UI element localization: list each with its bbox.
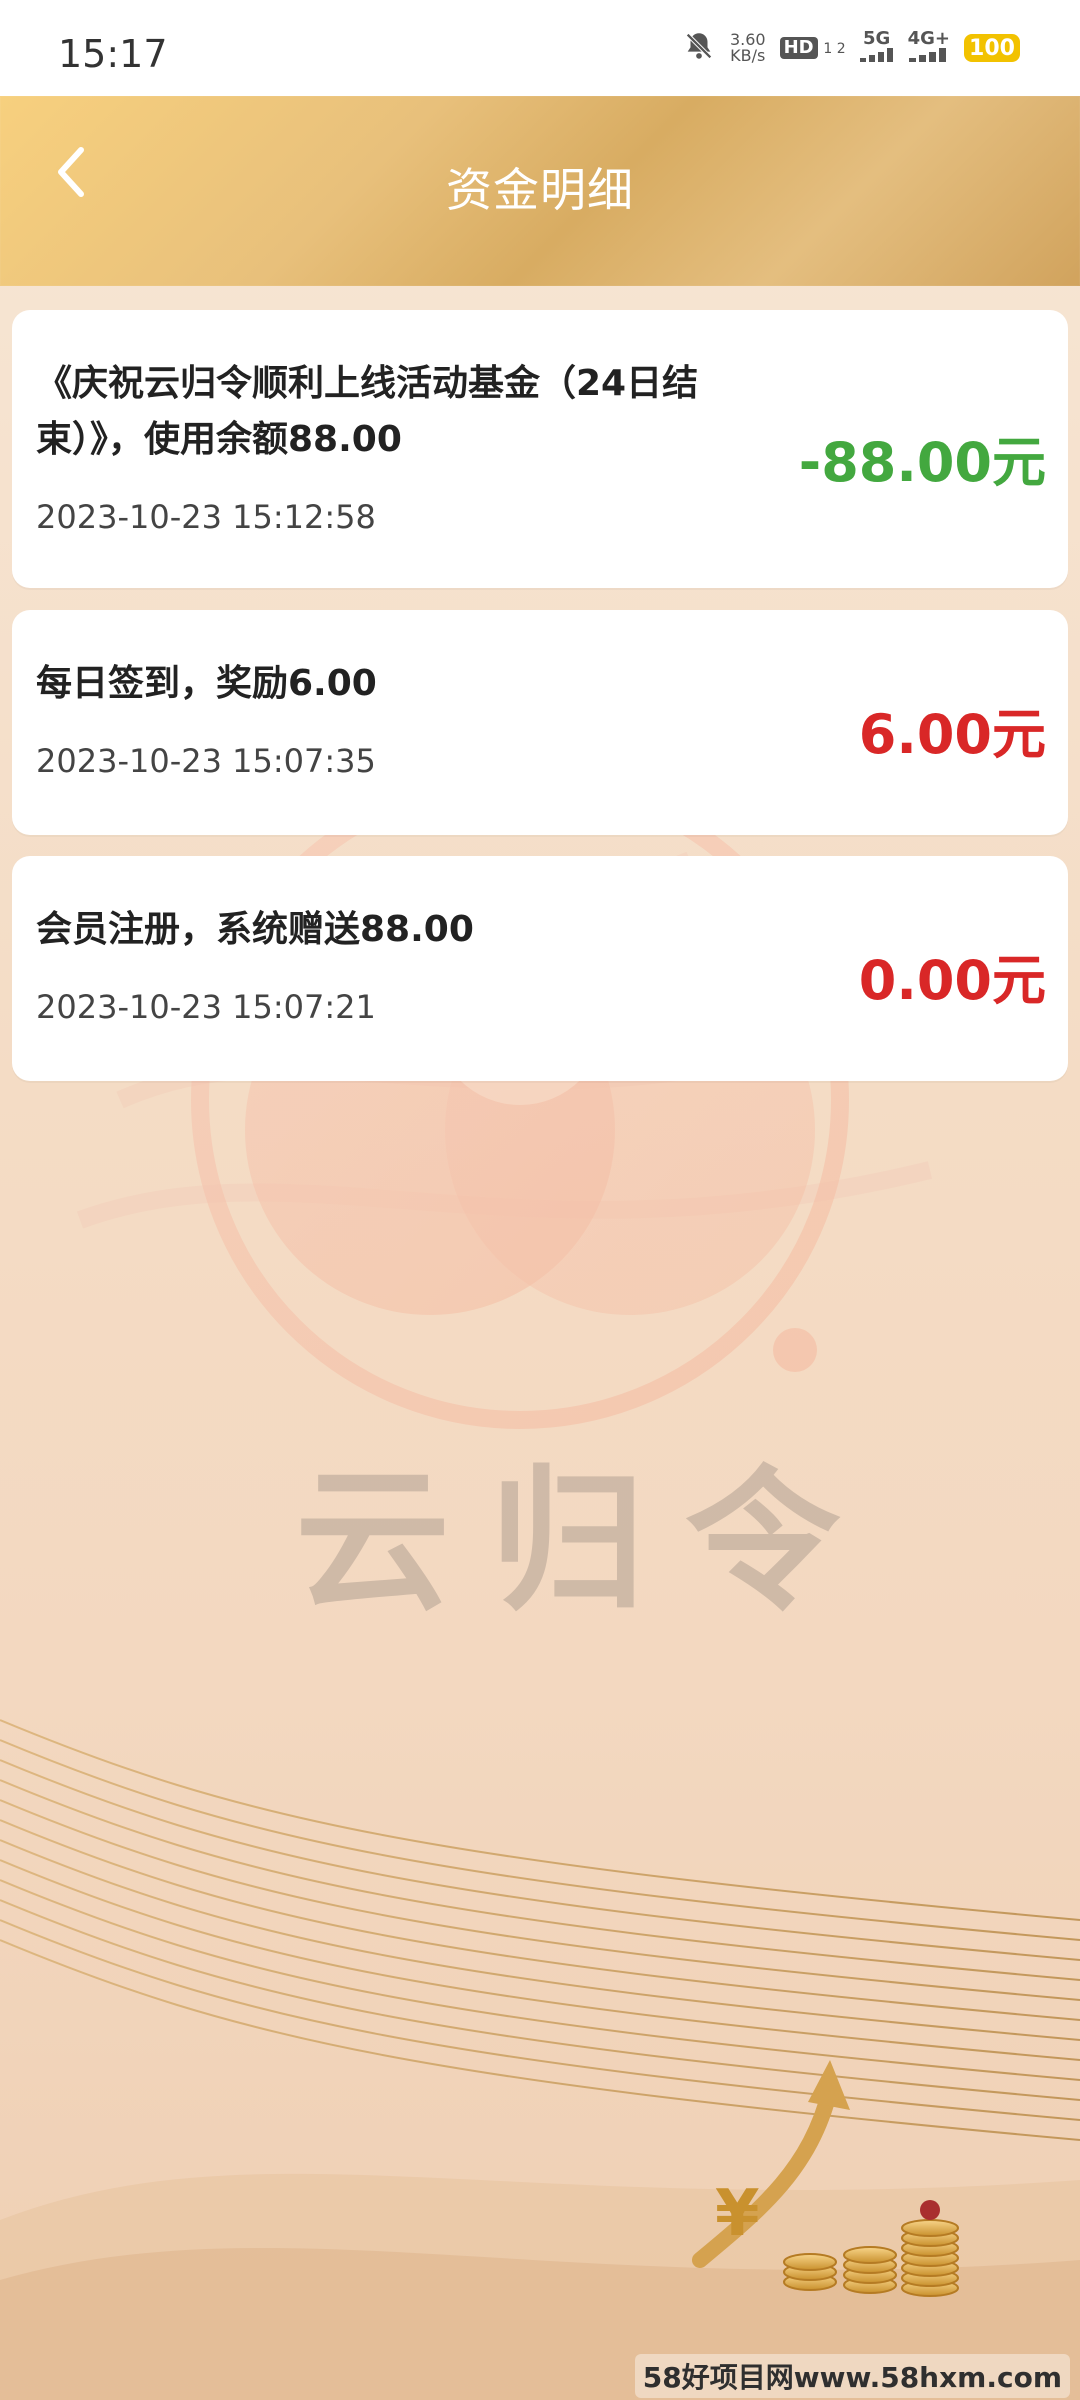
hd-icon: HD 1 2	[779, 37, 846, 59]
page-title: 资金明细	[446, 163, 634, 217]
transaction-timestamp: 2023-10-23 15:07:35	[36, 742, 376, 780]
transaction-amount: -88.00元	[798, 431, 1046, 494]
battery-indicator: 100	[964, 34, 1020, 62]
transaction-card-2: 每日签到，奖励6.00 2023-10-23 15:07:35 6.00元	[12, 610, 1068, 835]
header: 资金明细	[0, 96, 1080, 286]
signal-5g-icon: 5G	[859, 28, 894, 66]
coins-illustration: ¥	[692, 2060, 959, 2297]
background-brand-text: 云归令	[295, 1451, 880, 1632]
svg-text:¥: ¥	[715, 2177, 760, 2251]
transaction-description: 每日签到，奖励6.00	[36, 663, 377, 704]
transaction-description: 《庆祝云归令顺利上线活动基金（24日结束）》，使用余额88.00	[36, 363, 699, 460]
signal-5g-label: 5G	[862, 28, 891, 49]
status-icons: 3.60 KB/s HD 1 2 5G 4G+ 100	[682, 28, 1020, 68]
transaction-timestamp: 2023-10-23 15:07:21	[36, 988, 376, 1026]
transaction-amount: 0.00元	[858, 949, 1046, 1012]
status-time: 15:17	[58, 32, 168, 76]
transaction-card-3: 会员注册，系统赠送88.00 2023-10-23 15:07:21 0.00元	[12, 856, 1068, 1081]
transaction-card-1: 《庆祝云归令顺利上线活动基金（24日结束）》，使用余额88.00 2023-10…	[12, 310, 1068, 588]
bell-muted-icon	[682, 29, 716, 67]
net-speed-unit: KB/s	[730, 46, 766, 65]
status-bar: 15:17 3.60 KB/s HD 1 2 5G 4G+ 100	[0, 0, 1080, 96]
hd-label: HD	[779, 37, 818, 59]
signal-4g-label: 4G+	[907, 28, 950, 49]
signal-4g-icon: 4G+	[908, 30, 950, 66]
net-speed: 3.60 KB/s	[730, 32, 766, 64]
transaction-amount: 6.00元	[858, 703, 1046, 766]
site-watermark: 58好项目网www.58hxm.com	[634, 2354, 1070, 2398]
sim-numbers: 1 2	[823, 41, 846, 57]
transaction-timestamp: 2023-10-23 15:12:58	[36, 498, 376, 536]
transaction-description: 会员注册，系统赠送88.00	[36, 909, 474, 950]
